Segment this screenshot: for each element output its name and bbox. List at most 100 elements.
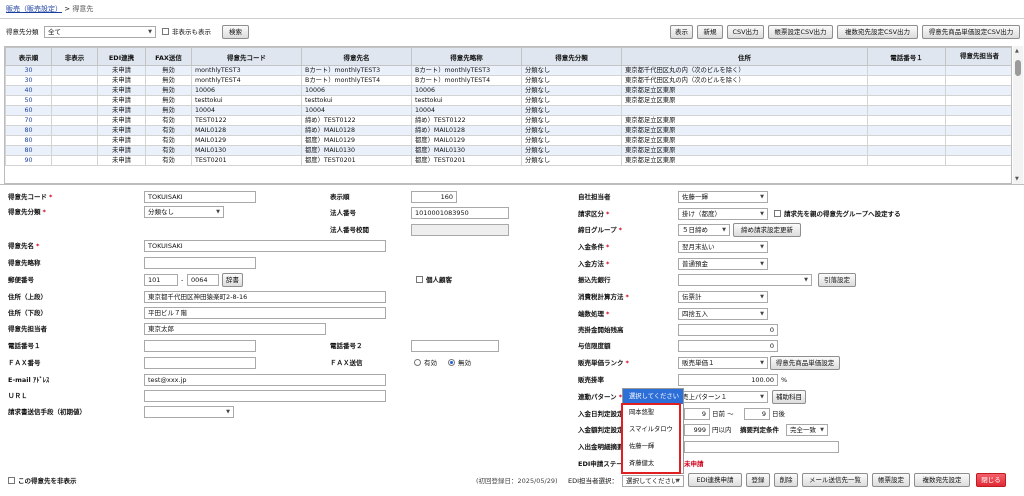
product-price-button[interactable]: 得意先商品単価設定 <box>770 356 840 370</box>
scroll-up-icon[interactable]: ▲ <box>1015 48 1019 54</box>
table-cell <box>51 95 98 106</box>
fax-field[interactable] <box>144 357 256 369</box>
column-header[interactable]: 得意先名 <box>301 47 412 66</box>
dictionary-button[interactable]: 辞書 <box>222 273 243 287</box>
table-row[interactable]: 30 未申請 無効 monthlyTEST4 Bカート）monthlyTEST4 Bカート… <box>5 75 1011 86</box>
price-rank-select[interactable]: 販売単価１ ▼ <box>678 357 768 369</box>
scroll-down-icon[interactable]: ▼ <box>1015 176 1019 182</box>
column-header[interactable]: 住所 <box>621 47 868 66</box>
column-header[interactable]: 得意先コード <box>191 47 302 66</box>
tel2-field[interactable] <box>411 340 499 352</box>
contact-person-field[interactable]: 東京太郎 <box>144 323 326 335</box>
rate-field[interactable]: 100.00 <box>678 374 778 386</box>
category-select[interactable]: 分類なし ▼ <box>144 206 224 218</box>
chevron-down-icon: ▼ <box>760 261 764 267</box>
tel1-field[interactable] <box>144 340 256 352</box>
corporate-number-field[interactable]: 1010001083950 <box>411 207 509 219</box>
column-header[interactable]: 表示順 <box>5 47 52 66</box>
table-row[interactable]: 30 未申請 無効 monthlyTEST3 Bカート）monthlyTEST3 Bカート… <box>5 65 1011 76</box>
table-row[interactable]: 80 未申請 有効 MAIL0128 締め）MAIL0128 締め）MAIL0128 分類な… <box>5 125 1011 136</box>
table-row[interactable]: 80 未申請 有効 MAIL0129 都度）MAIL0129 都度）MAIL0129 分類な… <box>5 135 1011 146</box>
table-row[interactable]: 40 未申請 無効 10006 10006 10006 分類なし 東京都足立区東原 <box>5 85 1011 96</box>
column-header[interactable]: 得意先分類 <box>521 47 622 66</box>
dropdown-option-placeholder[interactable]: 選択してください <box>623 389 683 404</box>
statement-summary-field[interactable] <box>684 441 839 453</box>
mail-list-button[interactable]: メール送信先一覧 <box>802 473 868 487</box>
delete-button[interactable]: 削除 <box>774 473 798 487</box>
staff-select[interactable]: 佐藤一輝 ▼ <box>678 191 768 203</box>
show-hidden-checkbox[interactable] <box>162 28 169 35</box>
table-row[interactable]: 80 未申請 有効 MAIL0130 都度）MAIL0130 都度）MAIL0130 分類な… <box>5 145 1011 156</box>
tel1-label: 電話番号１ <box>8 342 41 350</box>
column-header[interactable]: EDI連携 <box>97 47 146 66</box>
fax-send-off-radio[interactable] <box>448 359 455 366</box>
billing-type-select[interactable]: 掛け（都度） ▼ <box>678 208 768 220</box>
edi-staff-select[interactable]: 選択してください ▼ <box>622 475 684 487</box>
column-header[interactable]: FAX送信 <box>145 47 192 66</box>
table-row[interactable]: 50 未申請 無効 testtokui testtokui testtokui 分類なし 東京… <box>5 95 1011 106</box>
edi-status-value: 未申請 <box>684 460 704 468</box>
days-after-field[interactable]: 9 <box>744 408 770 420</box>
debit-settings-button[interactable]: 引落設定 <box>818 273 856 287</box>
link-pattern-select[interactable]: 売上パターン１ ▼ <box>678 391 768 403</box>
new-button[interactable]: 新規 <box>697 25 723 39</box>
breadcrumb-parent-link[interactable]: 販売（販売設定） <box>6 5 62 13</box>
days-before-field[interactable]: 9 <box>684 408 710 420</box>
name-field[interactable]: TOKUISAKI <box>144 240 386 252</box>
display-order-field[interactable]: 160 <box>411 191 457 203</box>
category-filter-select[interactable]: 全て ▼ <box>44 26 156 38</box>
highlight-box <box>621 403 681 474</box>
report-csv-button[interactable]: 帳票設定CSV出力 <box>768 25 833 39</box>
table-row[interactable]: 60 未申請 無効 10004 10004 10004 分類なし <box>5 105 1011 116</box>
rounding-select[interactable]: 四捨五入 ▼ <box>678 308 768 320</box>
deposit-amount-field[interactable]: 999 <box>684 424 710 436</box>
sub-account-button[interactable]: 補助科目 <box>772 390 806 404</box>
summary-condition-select[interactable]: 完全一致 ▼ <box>786 424 828 436</box>
column-header[interactable]: 得意先略称 <box>411 47 522 66</box>
code-field[interactable]: TOKUISAKI <box>144 191 256 203</box>
multi-dest-csv-button[interactable]: 複数宛先設定CSV出力 <box>837 25 918 39</box>
display-button[interactable]: 表示 <box>670 25 693 39</box>
credit-limit-field[interactable]: 0 <box>678 340 778 352</box>
percent-unit: % <box>781 376 788 384</box>
table-row[interactable]: 90 未申請 有効 TEST0201 都度）TEST0201 都度）TEST0201 分類な… <box>5 155 1011 166</box>
table-cell: 分類なし <box>521 105 622 116</box>
close-button[interactable]: 閉じる <box>976 473 1006 487</box>
payment-method-select[interactable]: 普通預金 ▼ <box>678 258 768 270</box>
search-button[interactable]: 検索 <box>222 25 249 39</box>
multi-dest-button[interactable]: 複数宛先設定 <box>914 473 970 487</box>
individual-customer-checkbox[interactable] <box>416 276 423 283</box>
fax-send-on-radio[interactable] <box>414 359 421 366</box>
parent-billing-checkbox[interactable] <box>774 210 781 217</box>
table-scrollbar[interactable]: ▲ ▼ <box>1013 46 1023 184</box>
address2-field[interactable]: 平田ビル７階 <box>144 307 386 319</box>
email-field[interactable]: test@xxx.jp <box>144 374 386 386</box>
column-header[interactable]: 非表示 <box>51 47 98 66</box>
tax-calc-select[interactable]: 伝票計 ▼ <box>678 291 768 303</box>
csv-export-button[interactable]: CSV出力 <box>727 25 764 39</box>
edi-apply-button[interactable]: EDI連携申請 <box>688 473 742 487</box>
scrollbar-thumb[interactable] <box>1015 60 1021 76</box>
report-settings-button[interactable]: 帳票設定 <box>872 473 910 487</box>
individual-customer-label: 個人顧客 <box>426 276 452 284</box>
invoice-method-select[interactable]: ▼ <box>144 406 234 418</box>
opening-balance-field[interactable]: 0 <box>678 324 778 336</box>
bank-select[interactable]: ▼ <box>678 274 812 286</box>
table-cell: 東京都千代田区丸の内（次のビルを除く） <box>621 65 868 76</box>
table-cell: 東京都足立区東原 <box>621 115 868 126</box>
zip-field-1[interactable]: 101 <box>144 274 178 286</box>
closing-update-button[interactable]: 締め請求設定更新 <box>733 223 801 237</box>
column-header[interactable]: 電話番号１ <box>867 47 946 66</box>
closing-group-select[interactable]: ５日締め ▼ <box>678 224 730 236</box>
url-field[interactable] <box>144 390 386 402</box>
short-name-field[interactable] <box>144 257 256 269</box>
table-row[interactable]: 70 未申請 有効 TEST0122 締め）TEST0122 締め）TEST0122 分類な… <box>5 115 1011 126</box>
register-button[interactable]: 登録 <box>746 473 770 487</box>
hide-customer-checkbox[interactable] <box>8 477 15 484</box>
product-price-csv-button[interactable]: 得意先商品単価設定CSV出力 <box>922 25 1020 39</box>
fax-label: ＦＡＸ番号 <box>8 359 41 367</box>
address1-field[interactable]: 東京都千代田区神田猿楽町2-8-16 <box>144 291 386 303</box>
column-header[interactable]: 得意先担当者 <box>945 47 1011 66</box>
zip-field-2[interactable]: 0064 <box>187 274 219 286</box>
payment-terms-select[interactable]: 翌月末払い ▼ <box>678 241 768 253</box>
